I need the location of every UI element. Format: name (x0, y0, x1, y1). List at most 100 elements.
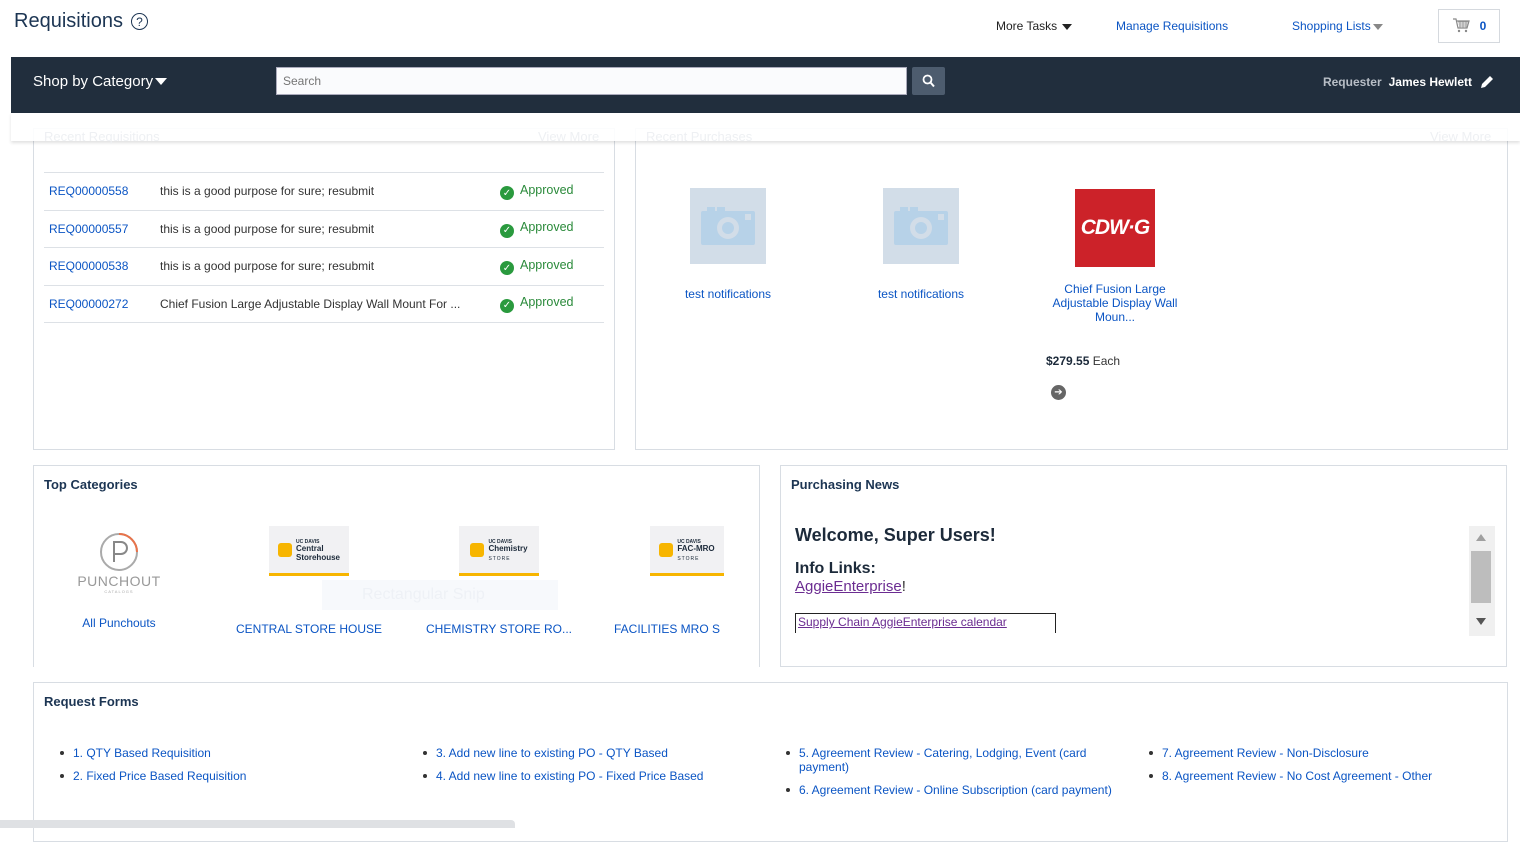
cart-button[interactable]: 0 (1438, 9, 1500, 43)
requisition-link[interactable]: REQ00000558 (49, 184, 128, 198)
table-row: REQ00000557 this is a good purpose for s… (44, 209, 604, 248)
table-row: REQ00000558 this is a good purpose for s… (44, 172, 604, 210)
purchase-item[interactable]: test notifications (864, 188, 978, 301)
chemistry-store-logo: UC DAVIS Chemistry STORE (459, 526, 539, 576)
purchase-price: $279.55 Each (1046, 354, 1120, 368)
cart-icon (1452, 18, 1470, 33)
forms-column: 3. Add new line to existing PO - QTY Bas… (421, 746, 703, 792)
top-categories-title: Top Categories (44, 477, 138, 492)
form-link[interactable]: 3. Add new line to existing PO - QTY Bas… (421, 746, 703, 760)
status-badge: ✓ Approved (500, 172, 604, 210)
central-storehouse-logo: UC DAVIS Central Storehouse (269, 526, 349, 576)
calendar-box: Supply Chain AggieEnterprise calendar (795, 613, 1056, 633)
requisition-description: this is a good purpose for sure; resubmi… (160, 172, 500, 210)
recent-requisitions-panel: REQ00000558 this is a good purpose for s… (33, 128, 615, 450)
requester-name: James Hewlett (1388, 75, 1472, 89)
status-text: Approved (520, 295, 574, 309)
table-row: REQ00000538 this is a good purpose for s… (44, 247, 604, 285)
status-text: Approved (520, 257, 574, 272)
pencil-icon[interactable] (1479, 74, 1495, 90)
requisition-link[interactable]: REQ00000272 (49, 297, 128, 311)
camera-placeholder-icon (690, 188, 766, 264)
news-scrollbar[interactable] (1469, 526, 1495, 636)
category-item[interactable]: UC DAVIS FAC-MRO STORE FACILITIES MRO S (614, 526, 724, 636)
camera-placeholder-icon (883, 188, 959, 264)
form-link[interactable]: 6. Agreement Review - Online Subscriptio… (784, 783, 1114, 797)
form-link[interactable]: 5. Agreement Review - Catering, Lodging,… (784, 746, 1114, 774)
scroll-up-arrow-icon[interactable] (1476, 534, 1486, 541)
snip-overlay-ghost: Rectangular Snip (322, 580, 558, 610)
more-tasks-label: More Tasks (996, 19, 1058, 33)
requisition-description: this is a good purpose for sure; resubmi… (160, 247, 500, 285)
top-bar: Requisitions ? More Tasks Manage Requisi… (0, 0, 1520, 57)
request-forms-panel: Request Forms 1. QTY Based Requisition 2… (33, 682, 1508, 842)
arrow-right-icon[interactable]: ➔ (1051, 385, 1066, 400)
status-text: Approved (520, 182, 574, 197)
status-badge: ✓ Approved (500, 209, 604, 248)
caret-down-icon (1372, 23, 1383, 30)
check-circle-icon: ✓ (500, 186, 514, 200)
more-tasks-menu[interactable]: More Tasks (996, 19, 1073, 33)
fac-mro-store-logo: UC DAVIS FAC-MRO STORE (650, 526, 724, 576)
shop-by-category-label: Shop by Category (33, 73, 154, 90)
status-badge: ✓ Approved (500, 284, 604, 323)
manage-requisitions-link[interactable]: Manage Requisitions (1116, 19, 1228, 33)
purchase-item-name[interactable]: Chief Fusion Large Adjustable Display Wa… (1047, 282, 1183, 324)
category-label[interactable]: CHEMISTRY STORE RO... (419, 622, 579, 636)
requisition-description: Chief Fusion Large Adjustable Display Wa… (160, 284, 500, 323)
requisition-link[interactable]: REQ00000538 (49, 259, 128, 273)
check-circle-icon: ✓ (500, 223, 514, 238)
category-label[interactable]: All Punchouts (64, 616, 174, 630)
purchase-item[interactable]: test notifications (671, 188, 785, 301)
punchout-logo-text: PUNCHOUT (77, 573, 161, 589)
form-link[interactable]: 2. Fixed Price Based Requisition (58, 769, 246, 783)
requester-info: Requester James Hewlett (1323, 74, 1495, 90)
price-value: $279.55 (1046, 354, 1090, 368)
aggie-suffix: ! (901, 578, 906, 595)
purchase-item[interactable]: CDW·G Chief Fusion Large Adjustable Disp… (1047, 189, 1183, 324)
purchase-item-name[interactable]: test notifications (671, 287, 785, 301)
form-link[interactable]: 1. QTY Based Requisition (58, 746, 246, 760)
purchasing-news-title: Purchasing News (791, 477, 900, 492)
requisitions-table: REQ00000558 this is a good purpose for s… (44, 172, 604, 323)
recent-purchases-title: Recent Purchases (646, 129, 753, 144)
calendar-link[interactable]: Supply Chain AggieEnterprise calendar (798, 615, 1007, 629)
search-input[interactable] (276, 67, 907, 95)
recent-purchases-view-more[interactable]: View More (1430, 129, 1491, 144)
forms-column: 1. QTY Based Requisition 2. Fixed Price … (58, 746, 246, 792)
help-icon[interactable]: ? (130, 13, 148, 30)
form-link[interactable]: 7. Agreement Review - Non-Disclosure (1147, 746, 1432, 760)
top-categories-panel: Top Categories PUNCHOUT CATALOGS All Pun… (33, 465, 760, 667)
scroll-down-arrow-icon[interactable] (1476, 618, 1486, 625)
cart-count: 0 (1479, 19, 1487, 33)
recent-requisitions-view-more[interactable]: View More (538, 129, 599, 144)
requisition-link[interactable]: REQ00000557 (49, 222, 128, 236)
aggie-enterprise-link[interactable]: AggieEnterprise (795, 578, 902, 595)
check-circle-icon: ✓ (500, 261, 514, 275)
forms-column: 5. Agreement Review - Catering, Lodging,… (784, 746, 1114, 806)
caret-down-icon (155, 78, 168, 85)
nav-bar: Shop by Category Requester James Hewlett (11, 57, 1520, 113)
requester-label: Requester (1322, 75, 1382, 89)
category-item[interactable]: PUNCHOUT CATALOGS All Punchouts (64, 526, 174, 630)
category-label[interactable]: CENTRAL STORE HOUSE (229, 622, 389, 636)
forms-column: 7. Agreement Review - Non-Disclosure 8. … (1147, 746, 1432, 792)
status-badge: ✓ Approved (500, 247, 604, 285)
purchase-item-name[interactable]: test notifications (864, 287, 978, 301)
horizontal-scrollbar[interactable] (0, 820, 515, 828)
punchout-logo: PUNCHOUT CATALOGS (64, 526, 174, 594)
recent-purchases-panel: test notifications test notifications CD… (635, 128, 1508, 450)
page-title: Requisitions ? (14, 10, 148, 33)
caret-down-icon (1062, 23, 1073, 30)
news-content: Welcome, Super Users! Info Links: AggieE… (795, 522, 1470, 634)
status-text: Approved (520, 220, 574, 234)
shopping-lists-menu[interactable]: Shopping Lists (1292, 19, 1383, 33)
shop-by-category-menu[interactable]: Shop by Category (33, 73, 168, 90)
search-button[interactable] (912, 67, 945, 95)
category-label[interactable]: FACILITIES MRO S (614, 622, 724, 636)
scroll-thumb[interactable] (1471, 551, 1491, 603)
form-link[interactable]: 8. Agreement Review - No Cost Agreement … (1147, 769, 1432, 783)
check-circle-icon: ✓ (500, 298, 514, 313)
form-link[interactable]: 4. Add new line to existing PO - Fixed P… (421, 769, 703, 783)
search-icon (922, 74, 935, 88)
